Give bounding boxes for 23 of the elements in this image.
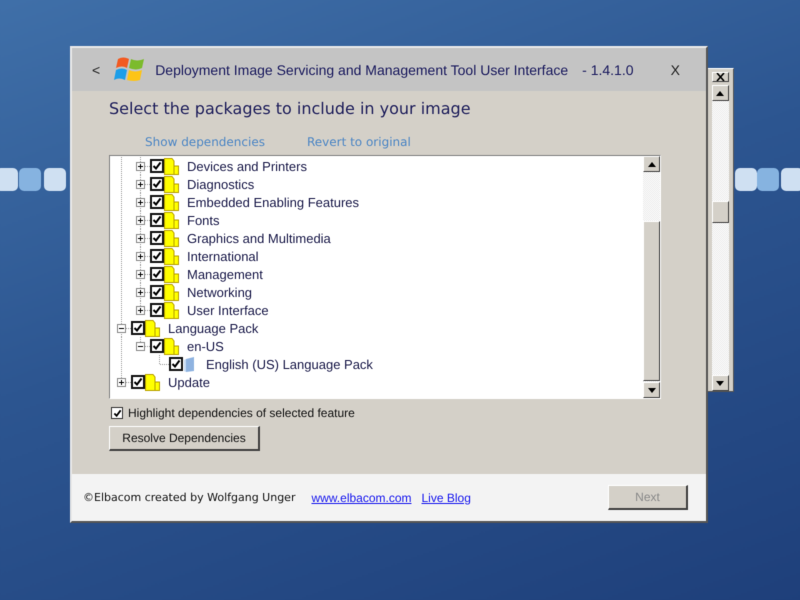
tree-item-label[interactable]: Update xyxy=(168,374,210,390)
tree-item-label[interactable]: Devices and Printers xyxy=(187,158,307,174)
credit-text: ©Elbacom created by Wolfgang Unger xyxy=(83,491,296,504)
page-heading: Select the packages to include in your image xyxy=(109,99,472,118)
tree-item-label[interactable]: Networking xyxy=(187,284,252,300)
close-button[interactable]: X xyxy=(664,62,686,78)
tree-item-label[interactable]: Language Pack xyxy=(168,320,258,336)
tree-item-label[interactable]: Fonts xyxy=(187,212,220,228)
tree-item-label[interactable]: User Interface xyxy=(187,302,269,318)
tree-item-label[interactable]: English (US) Language Pack xyxy=(206,356,373,372)
tree-item-label[interactable]: en-US xyxy=(187,338,224,354)
tree-item-label[interactable]: Graphics and Multimedia xyxy=(187,230,331,246)
footer-link[interactable]: www.elbacom.com xyxy=(311,490,412,504)
back-button[interactable]: < xyxy=(86,62,106,78)
tree-item-label[interactable]: Management xyxy=(187,266,263,282)
tree-item-label[interactable]: Embedded Enabling Features xyxy=(187,194,360,210)
window-title: Deployment Image Servicing and Management Tool User Interface xyxy=(155,62,568,78)
highlight-option-label[interactable]: Highlight dependencies of selected feature xyxy=(128,406,355,420)
tree-item-label[interactable]: Diagnostics xyxy=(187,176,254,192)
footer-link[interactable]: Live Blog xyxy=(422,490,471,504)
version-label: - 1.4.1.0 xyxy=(582,62,634,78)
tree-item-label[interactable]: International xyxy=(187,248,259,264)
resolve-dependencies-button[interactable]: Resolve Dependencies xyxy=(109,426,260,451)
